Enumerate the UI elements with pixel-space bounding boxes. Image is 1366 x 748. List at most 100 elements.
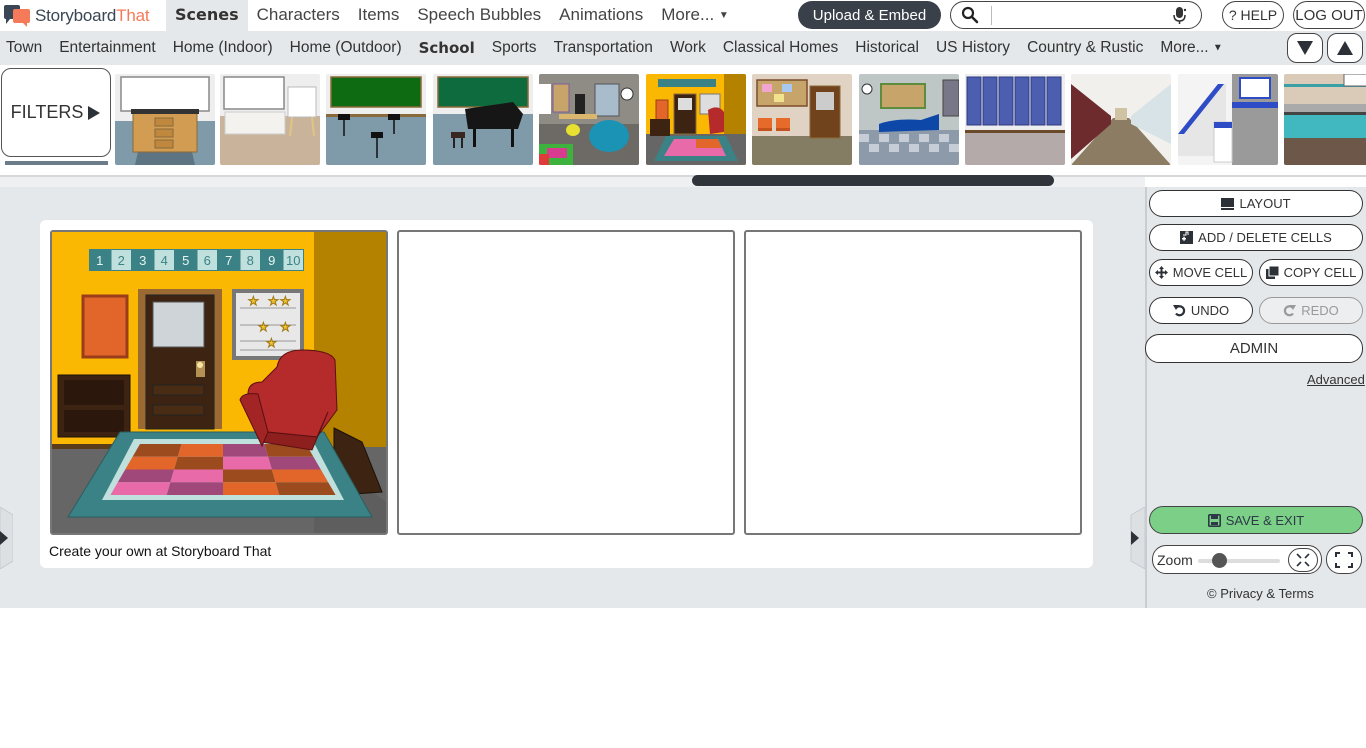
layout-icon bbox=[1221, 197, 1235, 210]
scene-thumb-hallway[interactable] bbox=[1071, 74, 1171, 165]
add-delete-cells-button[interactable]: ADD / DELETE CELLS bbox=[1149, 224, 1363, 251]
undo-icon bbox=[1172, 305, 1185, 317]
help-button[interactable]: ? HELP bbox=[1222, 1, 1284, 29]
scene-thumb-yellow-room[interactable] bbox=[646, 74, 746, 165]
search-input[interactable] bbox=[991, 6, 1166, 25]
storyboard-cell-3[interactable] bbox=[744, 230, 1082, 535]
category-us-history[interactable]: US History bbox=[930, 39, 1021, 57]
search-icon[interactable] bbox=[961, 6, 979, 24]
triangle-up-icon bbox=[1337, 41, 1353, 55]
left-panel-toggle[interactable] bbox=[0, 507, 13, 569]
scene-thumb-cafeteria[interactable] bbox=[1284, 74, 1366, 165]
storyboard-cell-2[interactable] bbox=[397, 230, 735, 535]
strip-scrollbar-thumb[interactable] bbox=[692, 175, 1054, 186]
rug-tile bbox=[132, 444, 182, 457]
svg-text:★: ★ bbox=[258, 320, 269, 334]
category-country-rustic[interactable]: Country & Rustic bbox=[1021, 39, 1154, 57]
storyboardthat-logo[interactable]: StoryboardThat bbox=[0, 0, 166, 31]
microphone-icon[interactable] bbox=[1173, 7, 1187, 25]
nav-more[interactable]: More... ▼ bbox=[652, 0, 738, 31]
storyboard-cell-1[interactable]: 1 2 3 4 5 6 7 8 9 10 ★ ★ ★ ★ ★ ★ bbox=[50, 230, 388, 535]
logo-text-accent: That bbox=[116, 5, 150, 25]
rug-tile bbox=[271, 469, 329, 483]
scene-thumb-stairwell[interactable] bbox=[1178, 74, 1278, 165]
number-tile-label: 6 bbox=[204, 253, 211, 268]
category-sports[interactable]: Sports bbox=[486, 39, 548, 57]
save-exit-button[interactable]: SAVE & EXIT bbox=[1149, 506, 1363, 534]
category-work[interactable]: Work bbox=[664, 39, 717, 57]
caret-down-icon: ▼ bbox=[1212, 42, 1223, 54]
category-more-label: More... bbox=[1160, 39, 1209, 56]
privacy-terms-link[interactable]: © Privacy & Terms bbox=[1207, 586, 1314, 601]
main-nav: Scenes Characters Items Speech Bubbles A… bbox=[166, 0, 738, 31]
svg-text:★: ★ bbox=[266, 336, 277, 350]
advanced-link[interactable]: Advanced bbox=[1307, 372, 1365, 387]
fit-to-screen-icon bbox=[1296, 553, 1310, 567]
speech-bubbles-logo-icon bbox=[4, 4, 30, 27]
zoom-fit-button[interactable] bbox=[1288, 548, 1318, 572]
scene-thumb-nurse-office[interactable] bbox=[859, 74, 959, 165]
logout-button[interactable]: LOG OUT bbox=[1293, 1, 1365, 29]
layout-button[interactable]: LAYOUT bbox=[1149, 190, 1363, 217]
number-tile-label: 5 bbox=[182, 253, 189, 268]
category-home-indoor[interactable]: Home (Indoor) bbox=[167, 39, 284, 57]
category-entertainment[interactable]: Entertainment bbox=[53, 39, 167, 57]
category-more[interactable]: More... ▼ bbox=[1154, 39, 1233, 57]
collapse-up-button[interactable] bbox=[1327, 33, 1363, 63]
upload-embed-button[interactable]: Upload & Embed bbox=[798, 1, 941, 29]
save-exit-label: SAVE & EXIT bbox=[1225, 512, 1305, 528]
undo-label: UNDO bbox=[1190, 303, 1230, 318]
scene-thumb-art-room[interactable] bbox=[220, 74, 320, 165]
filters-button[interactable]: FILTERS bbox=[1, 68, 111, 157]
number-tile-label: 7 bbox=[225, 253, 232, 268]
category-transportation[interactable]: Transportation bbox=[548, 39, 664, 57]
zoom-label: Zoom bbox=[1157, 552, 1193, 568]
category-bar: Town Entertainment Home (Indoor) Home (O… bbox=[0, 31, 1366, 65]
layout-label: LAYOUT bbox=[1239, 196, 1291, 211]
number-tile-label: 8 bbox=[247, 253, 254, 268]
redo-button[interactable]: REDO bbox=[1259, 297, 1363, 324]
category-classical-homes[interactable]: Classical Homes bbox=[717, 39, 849, 57]
move-arrows-icon bbox=[1154, 266, 1168, 279]
category-home-outdoor[interactable]: Home (Outdoor) bbox=[284, 39, 413, 57]
svg-text:★: ★ bbox=[268, 294, 279, 308]
scene-thumb-science-lab[interactable] bbox=[115, 74, 215, 165]
play-arrow-icon bbox=[88, 105, 101, 120]
admin-button[interactable]: ADMIN bbox=[1145, 334, 1363, 363]
svg-text:★: ★ bbox=[248, 294, 259, 308]
category-town[interactable]: Town bbox=[0, 39, 53, 57]
scene-thumb-office-waiting[interactable] bbox=[752, 74, 852, 165]
copy-cell-button[interactable]: COPY CELL bbox=[1259, 259, 1363, 286]
copy-icon bbox=[1265, 266, 1279, 279]
collapse-down-button[interactable] bbox=[1287, 33, 1323, 63]
scene-thumb-music-piano[interactable] bbox=[433, 74, 533, 165]
nav-characters[interactable]: Characters bbox=[248, 0, 349, 31]
rug-tile bbox=[223, 482, 280, 495]
triangle-down-icon bbox=[1297, 41, 1313, 55]
rug-tile bbox=[125, 456, 178, 470]
nav-speech-bubbles[interactable]: Speech Bubbles bbox=[408, 0, 550, 31]
scene-thumb-lockers[interactable] bbox=[965, 74, 1065, 165]
move-cell-button[interactable]: MOVE CELL bbox=[1149, 259, 1253, 286]
search-box bbox=[950, 1, 1202, 29]
nav-animations[interactable]: Animations bbox=[550, 0, 652, 31]
scene-thumb-kindergarten[interactable] bbox=[539, 74, 639, 165]
logo-text-main: Storyboard bbox=[35, 5, 117, 25]
nav-more-label: More... bbox=[661, 5, 715, 24]
category-historical[interactable]: Historical bbox=[849, 39, 930, 57]
zoom-slider-handle[interactable] bbox=[1211, 553, 1227, 568]
svg-text:★: ★ bbox=[280, 294, 291, 308]
redo-icon bbox=[1284, 305, 1297, 317]
scene-thumb-music-stands[interactable] bbox=[326, 74, 426, 165]
scene-strip: FILTERS bbox=[0, 65, 1366, 175]
add-cell-icon bbox=[1180, 231, 1194, 244]
zoom-control: Zoom bbox=[1152, 545, 1322, 574]
fullscreen-button[interactable] bbox=[1326, 545, 1362, 574]
zoom-slider-track[interactable] bbox=[1198, 559, 1280, 563]
nav-scenes[interactable]: Scenes bbox=[166, 0, 248, 31]
right-panel-toggle[interactable] bbox=[1127, 507, 1145, 569]
rug-tile bbox=[166, 482, 223, 495]
nav-items[interactable]: Items bbox=[349, 0, 409, 31]
undo-button[interactable]: UNDO bbox=[1149, 297, 1253, 324]
category-school[interactable]: School bbox=[413, 39, 486, 57]
